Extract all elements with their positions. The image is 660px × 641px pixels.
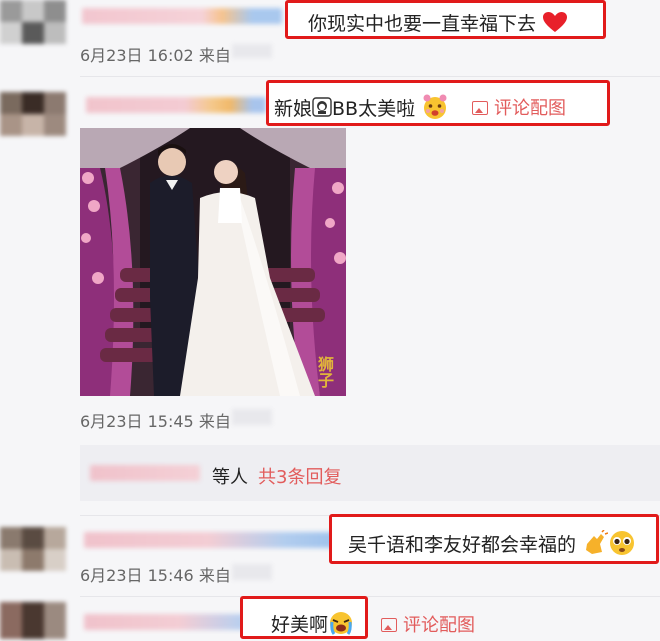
divider (80, 596, 660, 597)
replies-panel[interactable]: 等人 共3条回复 (80, 445, 660, 501)
avatar[interactable] (0, 527, 66, 575)
username-blurred[interactable] (84, 532, 334, 548)
smiling-face-with-flowers-icon (421, 93, 449, 126)
image-icon (381, 618, 397, 632)
comment-text: 新娘 BB太美啦 (274, 93, 449, 126)
source-label[interactable]: 来自 (199, 412, 231, 431)
pleading-face-icon (608, 529, 636, 562)
username-blurred[interactable] (86, 97, 266, 113)
clapping-hands-icon (582, 529, 609, 561)
comment-text: 吴千语和李友好都会幸福的 (348, 529, 636, 562)
source-label[interactable]: 来自 (199, 566, 231, 585)
emoticon-icon (312, 97, 332, 122)
replies-count-link[interactable]: 共3条回复 (258, 463, 341, 489)
username-blurred[interactable] (84, 614, 244, 630)
highlight-box: 好美啊 (240, 596, 368, 639)
avatar[interactable] (0, 602, 66, 639)
comment-text: 你现实中也要一直幸福下去 (308, 9, 568, 38)
source-label[interactable]: 来自 (199, 46, 231, 65)
timestamp: 6月23日 15:46 (80, 566, 194, 585)
comment-photo[interactable]: 狮子 (80, 128, 346, 396)
comment-meta: 6月23日 15:45 来自 (80, 408, 231, 432)
highlight-box: 你现实中也要一直幸福下去 (285, 0, 606, 39)
highlight-box: 新娘 BB太美啦 评论配图 (266, 80, 610, 126)
crying-face-icon (328, 610, 354, 641)
avatar[interactable] (0, 92, 66, 140)
divider (80, 76, 660, 77)
avatar[interactable] (0, 0, 66, 48)
comment-meta: 6月23日 16:02 来自 (80, 42, 231, 66)
timestamp: 6月23日 16:02 (80, 46, 194, 65)
timestamp: 6月23日 15:45 (80, 412, 194, 431)
red-heart-icon (542, 11, 568, 38)
photo-watermark: 狮子 (315, 356, 334, 388)
reply-username-blurred (90, 465, 200, 481)
comment-image-link[interactable]: 评论配图 (472, 94, 566, 120)
replies-suffix: 等人 (212, 467, 248, 488)
comment-meta: 6月23日 15:46 来自 (80, 562, 231, 586)
username-blurred[interactable] (82, 8, 282, 24)
comment-text: 好美啊 (271, 610, 354, 641)
comment-image-link[interactable]: 评论配图 (381, 611, 475, 637)
highlight-box: 吴千语和李友好都会幸福的 (329, 514, 659, 564)
image-icon (472, 101, 488, 115)
